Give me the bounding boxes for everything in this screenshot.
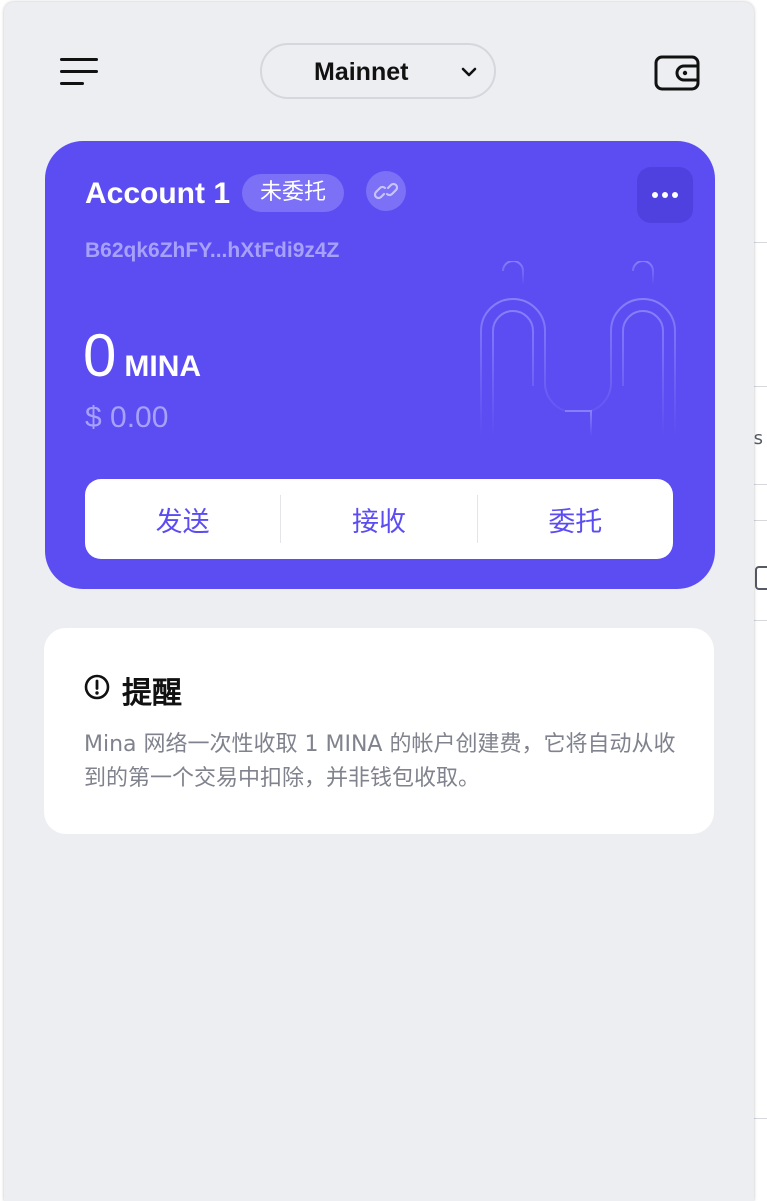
network-label: Mainnet (314, 58, 409, 86)
network-selector[interactable]: Mainnet (260, 43, 496, 99)
link-icon (373, 182, 399, 200)
more-icon (662, 192, 668, 198)
reminder-card: 提醒 Mina 网络一次性收取 1 MINA 的帐户创建费，它将自动从收到的第一… (44, 628, 714, 834)
menu-icon (60, 82, 84, 85)
more-options-button[interactable] (637, 167, 693, 223)
account-card: Account 1 未委托 B62qk6ZhFY...hXtFdi9z4Z 0 … (45, 141, 715, 589)
background-divider (753, 1118, 767, 1119)
reminder-text: Mina 网络一次性收取 1 MINA 的帐户创建费，它将自动从收到的第一个交易… (84, 732, 676, 791)
more-icon (672, 192, 678, 198)
delegate-button[interactable]: 委托 (478, 500, 673, 539)
action-bar: 发送 接收 委托 (85, 479, 673, 559)
background-edge-control (755, 566, 767, 590)
background-divider (753, 484, 767, 485)
mina-logo-watermark (480, 261, 676, 436)
background-divider (753, 520, 767, 521)
chevron-down-icon (461, 67, 477, 77)
wallet-popup: Mainnet Account 1 未委托 B62qk6ZhFY...hXtFd… (4, 2, 754, 1201)
background-edge-text: s (753, 428, 763, 449)
send-button[interactable]: 发送 (85, 500, 280, 539)
background-divider (753, 242, 767, 243)
background-divider (753, 386, 767, 387)
fiat-balance: $ 0.00 (85, 401, 169, 434)
delegation-status-badge: 未委托 (242, 174, 345, 212)
background-divider (753, 620, 767, 621)
menu-icon (60, 58, 98, 61)
wallet-icon[interactable] (654, 54, 700, 92)
reminder-title: 提醒 (122, 676, 182, 711)
alert-circle-icon (84, 674, 110, 700)
more-icon (652, 192, 658, 198)
link-button[interactable] (366, 171, 406, 211)
account-address[interactable]: B62qk6ZhFY...hXtFdi9z4Z (85, 239, 339, 263)
account-name: Account 1 (85, 177, 231, 210)
menu-button[interactable] (60, 56, 100, 90)
balance-amount: 0 (83, 322, 117, 389)
balance-unit: MINA (124, 350, 202, 383)
menu-icon (60, 70, 98, 73)
balance-display: 0 MINA (83, 321, 201, 390)
receive-button[interactable]: 接收 (281, 500, 476, 539)
